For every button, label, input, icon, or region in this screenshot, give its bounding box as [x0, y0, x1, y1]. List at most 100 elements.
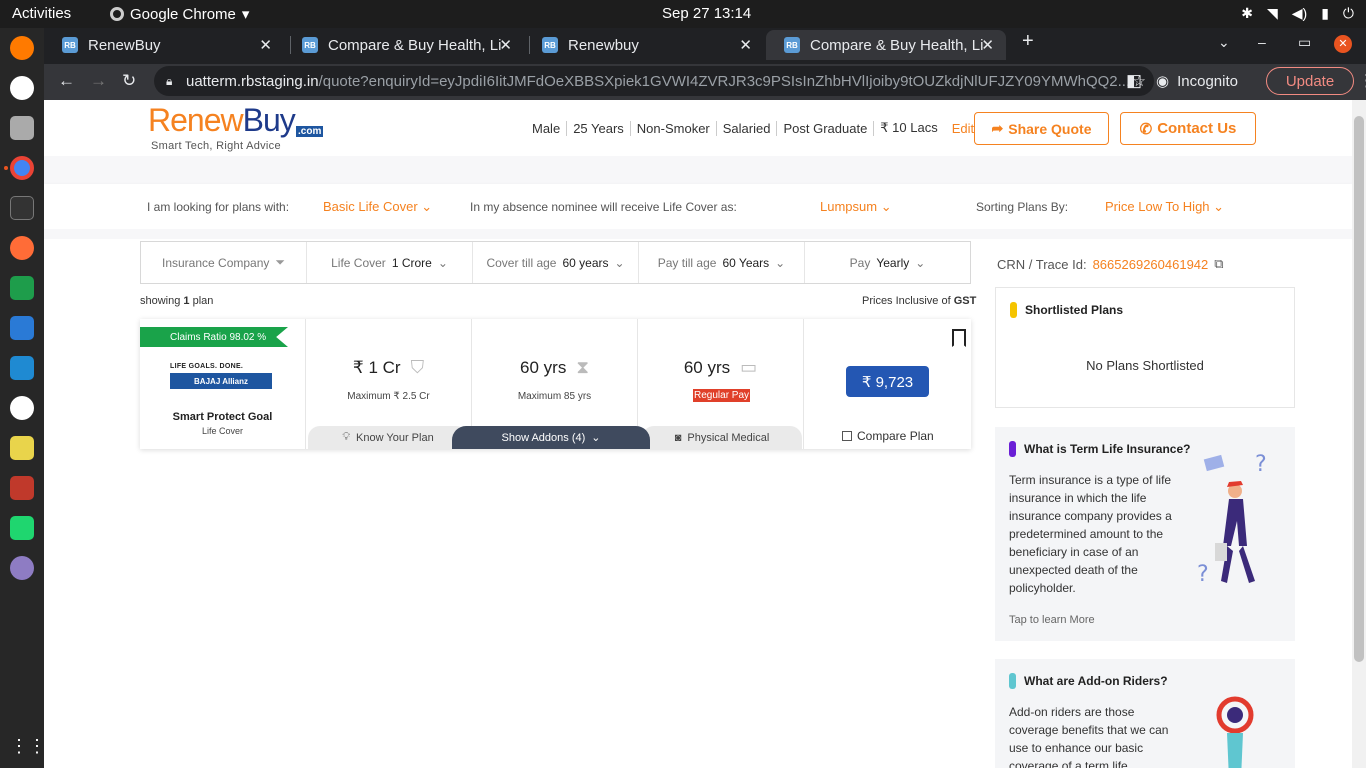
- term-title: What is Term Life Insurance?: [1024, 442, 1191, 456]
- document-icon[interactable]: [10, 316, 34, 340]
- meter-icon[interactable]: [10, 476, 34, 500]
- new-tab-button[interactable]: +: [1022, 30, 1034, 53]
- shortlisted-plans-panel: Shortlisted Plans No Plans Shortlisted: [995, 287, 1295, 408]
- bajaj-allianz-logo: LIFE GOALS. DONE. BAJAJ Allianz: [170, 363, 274, 397]
- renewbuy-logo[interactable]: RenewBuy .com Smart Tech, Right Advice: [148, 102, 324, 152]
- tab-renewbuy-2[interactable]: RB Renewbuy ✕: [524, 30, 764, 60]
- settings-icon: ✱: [1241, 5, 1253, 21]
- copy-icon[interactable]: ⧉: [1214, 256, 1223, 272]
- insurer-tagline: LIFE GOALS. DONE.: [170, 363, 244, 370]
- address-bar[interactable]: 🔒︎ uatterm.rbstaging.in/quote?enquiryId=…: [154, 66, 1154, 96]
- close-icon[interactable]: ✕: [981, 36, 994, 54]
- pycharm-icon[interactable]: [10, 516, 34, 540]
- bookmark-icon[interactable]: [952, 329, 966, 347]
- physical-medical-tab[interactable]: ◙ Physical Medical: [642, 426, 802, 449]
- cover-till-filter[interactable]: Cover till age 60 years ⌄: [473, 242, 639, 283]
- know-your-plan-tab[interactable]: 💡︎ Know Your Plan: [308, 426, 468, 449]
- battery-icon: ▮: [1321, 5, 1329, 21]
- clock[interactable]: Sep 27 13:14: [662, 5, 751, 22]
- wallet-icon: ▭: [740, 357, 758, 377]
- firefox-icon[interactable]: [10, 36, 34, 60]
- sorting-dropdown[interactable]: Price Low To High ⌄: [1105, 199, 1224, 215]
- show-apps-icon[interactable]: ⋮⋮: [10, 736, 46, 760]
- checkbox-icon: [842, 431, 852, 441]
- insurer-filter[interactable]: Insurance Company ⏷: [141, 242, 307, 283]
- maximize-button[interactable]: ▭: [1298, 34, 1311, 51]
- absence-value: Lumpsum: [820, 199, 878, 214]
- life-cover-filter[interactable]: Life Cover 1 Crore ⌄: [307, 242, 473, 283]
- bus-icon[interactable]: [10, 436, 34, 460]
- filter-icon: ⏷: [275, 255, 285, 269]
- side-panel-icon[interactable]: ◧: [1126, 71, 1142, 91]
- share-quote-button[interactable]: ➦ Share Quote: [974, 112, 1109, 145]
- incognito-indicator[interactable]: ◉ Incognito: [1156, 72, 1238, 91]
- tab-label: Compare & Buy Health, Li: [810, 36, 984, 54]
- chevron-down-icon: ⌄: [1213, 199, 1225, 214]
- term-insurance-card[interactable]: What is Term Life Insurance? Term insura…: [995, 427, 1295, 641]
- mongodb-icon[interactable]: [10, 396, 34, 420]
- reload-icon[interactable]: ↻: [122, 71, 136, 91]
- showing-pre: showing: [140, 295, 181, 307]
- page-content: RenewBuy .com Smart Tech, Right Advice M…: [44, 100, 1352, 768]
- cover-amount: ₹ 1 Cr: [352, 357, 401, 377]
- show-addons-tab[interactable]: Show Addons (4) ⌄: [452, 426, 650, 449]
- sorting-label: Sorting Plans By:: [976, 200, 1069, 214]
- app-icon[interactable]: [10, 556, 34, 580]
- edit-profile-link[interactable]: Edit: [944, 121, 974, 136]
- chrome-dock-icon[interactable]: [10, 156, 34, 180]
- prices-note: Prices Inclusive of GST: [862, 295, 976, 307]
- sorting-value: Price Low To High: [1105, 199, 1210, 214]
- scrollbar-thumb[interactable]: [1354, 116, 1364, 662]
- insurer-name: BAJAJ Allianz: [170, 373, 272, 389]
- riders-title: What are Add-on Riders?: [1024, 674, 1168, 688]
- tab-compare[interactable]: RB Compare & Buy Health, Li ✕: [284, 30, 524, 60]
- close-icon[interactable]: ✕: [499, 36, 512, 54]
- back-icon[interactable]: ←: [58, 71, 75, 91]
- app-menu[interactable]: Google Chrome ▾: [110, 5, 249, 23]
- volume-icon: ◀): [1291, 5, 1308, 21]
- pay-till-filter[interactable]: Pay till age 60 Years ⌄: [639, 242, 805, 283]
- compare-label: Compare Plan: [857, 429, 934, 443]
- learn-more-link[interactable]: Tap to learn More: [1009, 614, 1095, 626]
- buy-price-button[interactable]: ₹ 9,723: [846, 366, 929, 397]
- close-window-button[interactable]: ✕: [1334, 35, 1352, 53]
- know-label: Know Your Plan: [356, 431, 434, 444]
- app-menu-label: Google Chrome: [130, 5, 236, 23]
- profile-smoker: Non-Smoker: [631, 120, 717, 136]
- absence-dropdown[interactable]: Lumpsum ⌄: [820, 199, 892, 215]
- tab-compare-active[interactable]: RB Compare & Buy Health, Li ✕: [766, 30, 1006, 60]
- more-menu-icon[interactable]: ⋮: [1358, 71, 1366, 91]
- update-button[interactable]: Update: [1266, 67, 1354, 95]
- activities-button[interactable]: Activities: [12, 5, 71, 22]
- site-header: RenewBuy .com Smart Tech, Right Advice M…: [44, 100, 1352, 156]
- chevron-down-icon: ⌄: [614, 255, 625, 270]
- lock-icon: 🔒︎: [166, 73, 173, 88]
- minimize-button[interactable]: –: [1258, 34, 1266, 50]
- vscode-icon[interactable]: [10, 356, 34, 380]
- addon-riders-card[interactable]: What are Add-on Riders? Add-on riders ar…: [995, 659, 1295, 768]
- cover-till-value: 60 years: [562, 255, 609, 270]
- looking-dropdown[interactable]: Basic Life Cover ⌄: [323, 199, 432, 215]
- slack-icon[interactable]: [10, 76, 34, 100]
- close-icon[interactable]: ✕: [259, 36, 272, 54]
- terminal-icon[interactable]: [10, 196, 34, 220]
- postman-icon[interactable]: [10, 236, 34, 260]
- tab-label: Renewbuy: [568, 36, 639, 54]
- cover-max: Maximum ₹ 2.5 Cr: [347, 391, 430, 402]
- forward-icon[interactable]: →: [90, 71, 107, 91]
- tab-label: RenewBuy: [88, 36, 161, 54]
- svg-text:?: ?: [1197, 562, 1209, 587]
- pay-till-label: Pay till age: [657, 255, 717, 270]
- os-top-bar: Activities Google Chrome ▾ Sep 27 13:14 …: [0, 0, 1366, 28]
- system-tray[interactable]: ✱ ◥ ◀) ▮ ⏻: [1241, 5, 1354, 22]
- spreadsheet-icon[interactable]: [10, 276, 34, 300]
- contact-us-button[interactable]: ✆ Contact Us: [1120, 112, 1256, 145]
- pay-frequency-filter[interactable]: Pay Yearly ⌄: [805, 242, 970, 283]
- compare-plan-checkbox[interactable]: Compare Plan: [842, 429, 934, 443]
- tab-renewbuy[interactable]: RB RenewBuy ✕: [44, 30, 284, 60]
- close-icon[interactable]: ✕: [739, 36, 752, 54]
- files-icon[interactable]: [10, 116, 34, 140]
- tab-search-icon[interactable]: ⌄: [1218, 34, 1230, 51]
- plan-name[interactable]: Smart Protect Goal: [140, 411, 305, 423]
- profile-age: 25 Years: [567, 120, 631, 136]
